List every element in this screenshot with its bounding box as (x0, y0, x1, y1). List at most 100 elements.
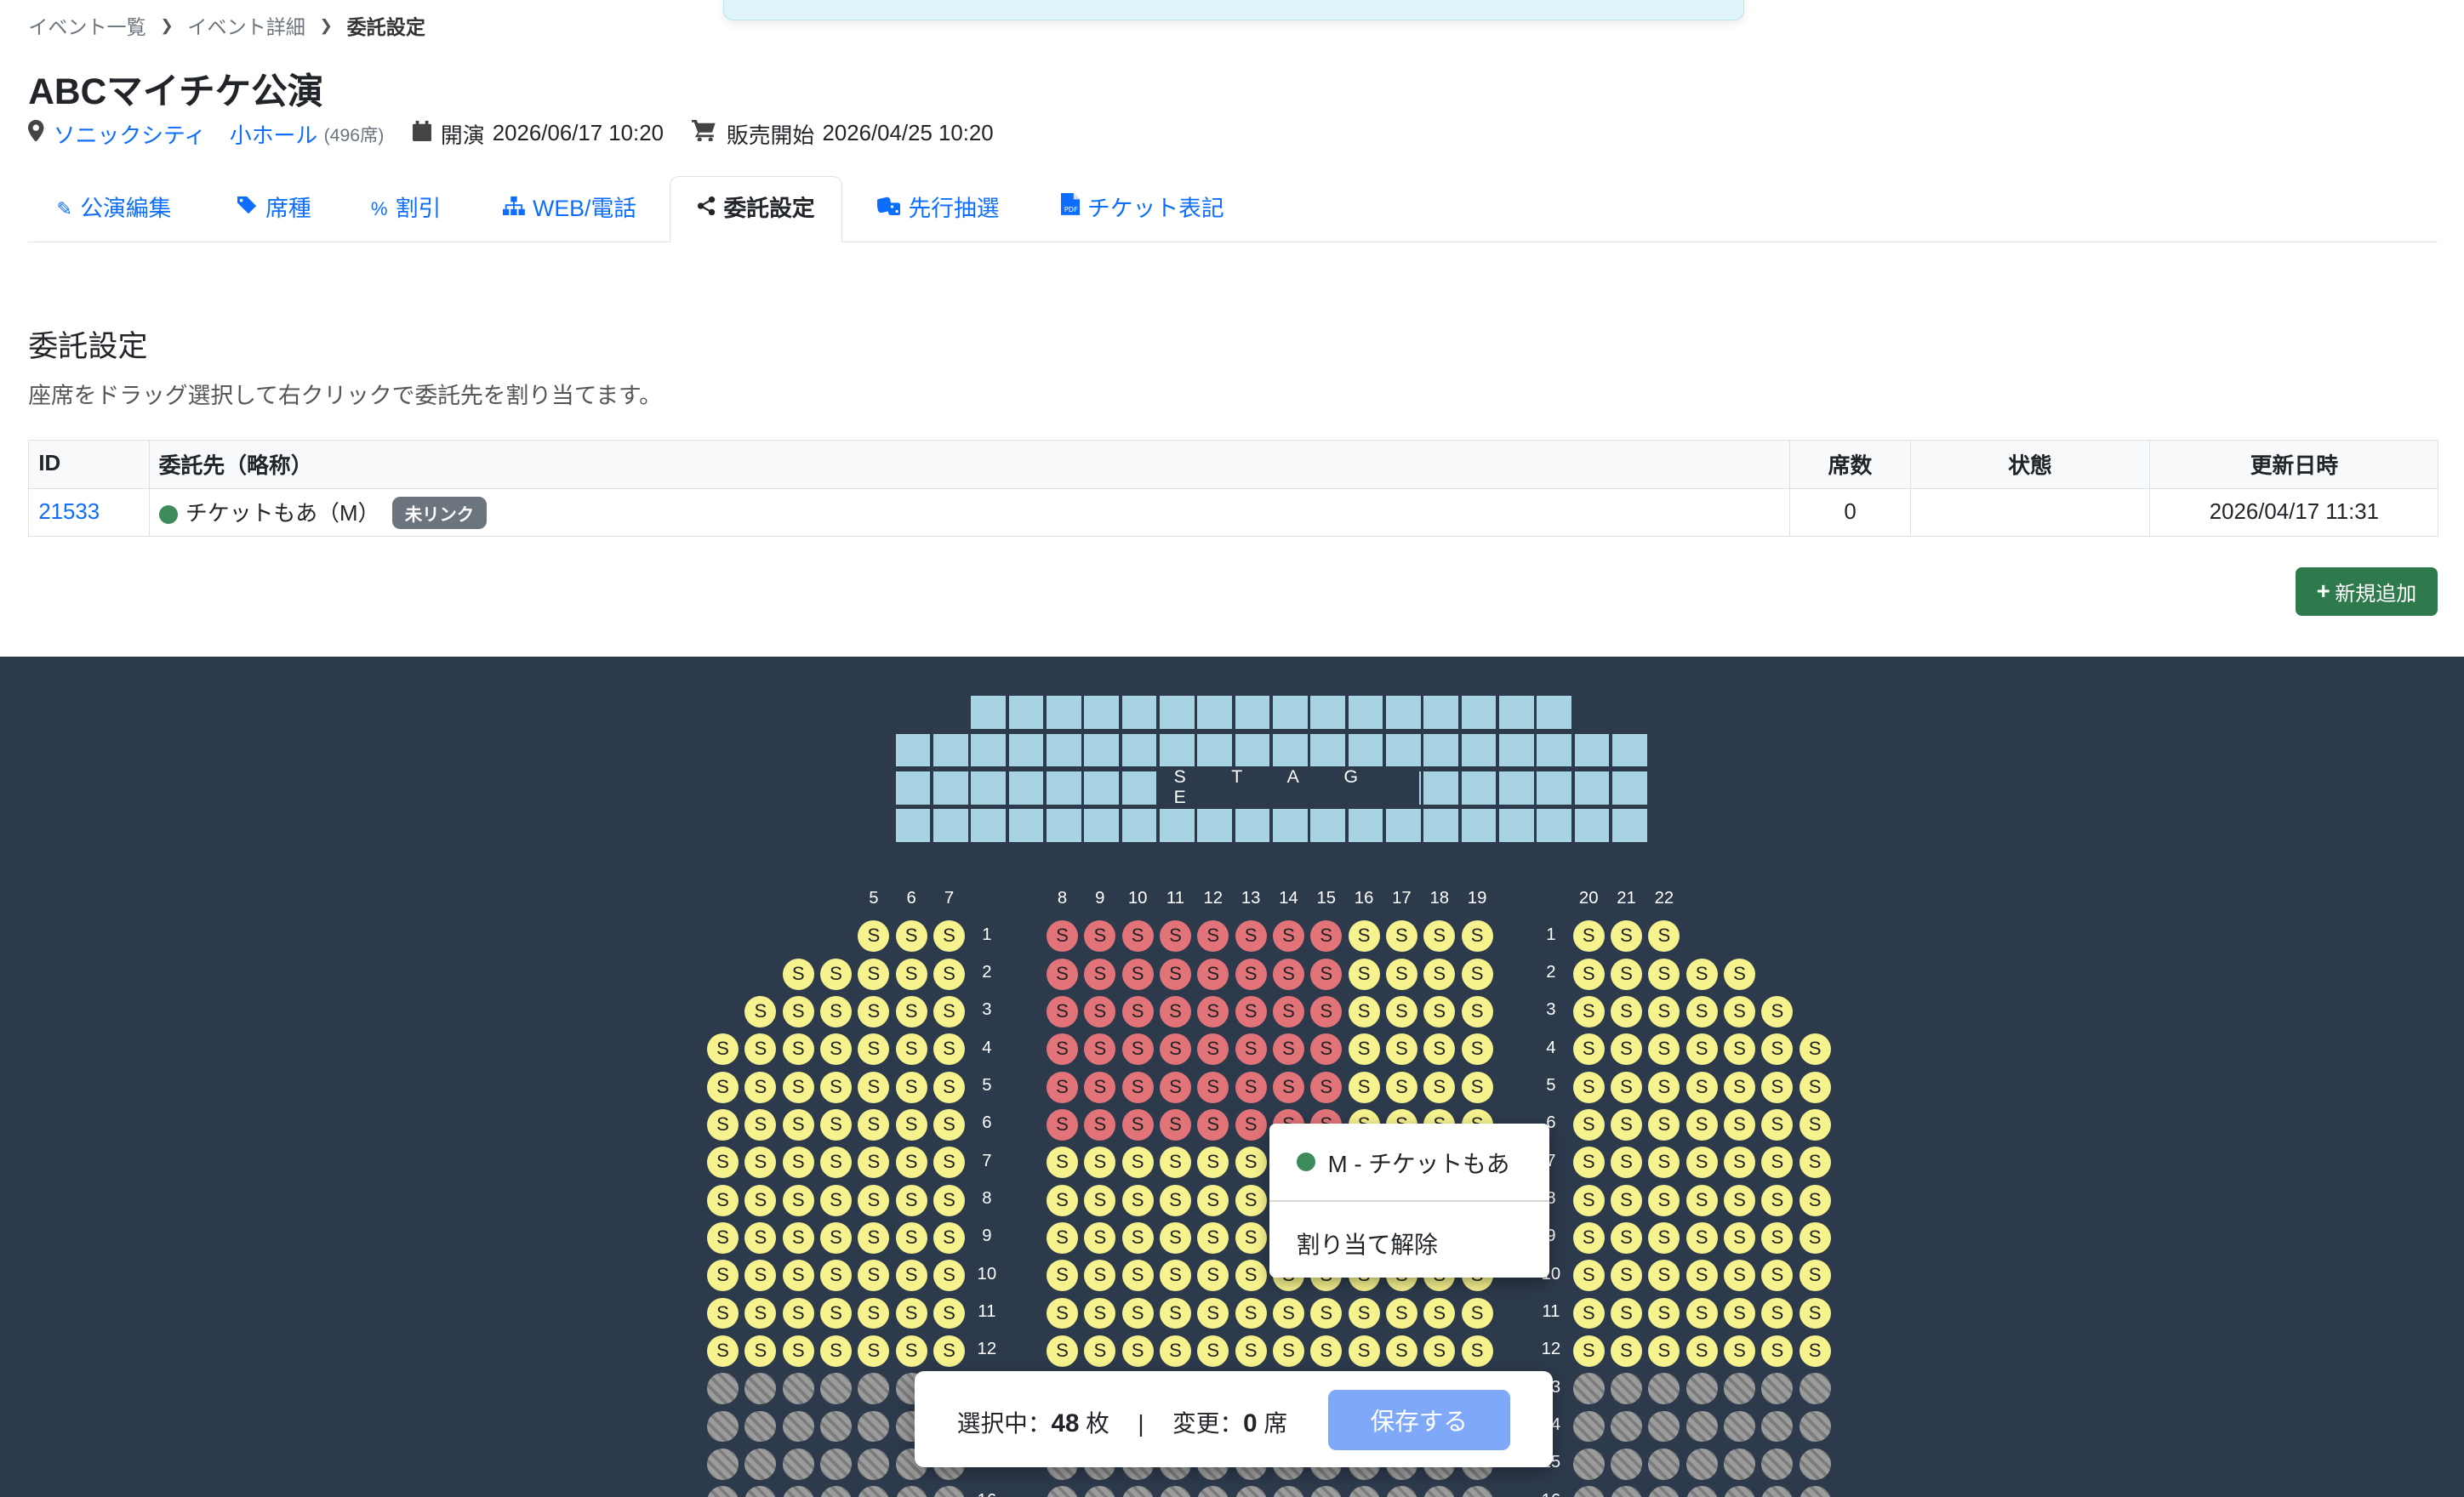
seat[interactable] (707, 1373, 739, 1405)
seat[interactable]: S (744, 995, 777, 1027)
seat[interactable]: S (782, 958, 814, 990)
seat[interactable]: S (1724, 1297, 1755, 1329)
seat[interactable] (707, 1448, 739, 1480)
seat[interactable]: S (858, 958, 890, 990)
seat[interactable] (1799, 1448, 1831, 1480)
seat[interactable]: S (1310, 958, 1343, 990)
seat[interactable]: S (1160, 995, 1191, 1027)
seat[interactable]: S (1611, 1297, 1642, 1329)
seat[interactable]: S (1235, 1335, 1267, 1367)
seat[interactable] (1572, 1410, 1605, 1443)
seat[interactable]: S (1761, 1335, 1794, 1367)
tab-discount[interactable]: % 割引 (371, 176, 441, 242)
breadcrumb-item-events[interactable]: イベント一覧 (28, 11, 145, 40)
seat[interactable]: S (1160, 1335, 1191, 1367)
seat[interactable]: S (1685, 1221, 1718, 1254)
seat[interactable] (820, 1373, 853, 1405)
seat[interactable]: S (1685, 958, 1718, 990)
seat[interactable]: S (1611, 1108, 1642, 1141)
seat[interactable] (782, 1410, 814, 1443)
seat[interactable]: S (858, 1221, 890, 1254)
seat[interactable]: S (1685, 1147, 1718, 1179)
seat[interactable]: S (744, 1335, 777, 1367)
seat[interactable]: S (1572, 1260, 1605, 1292)
seat[interactable]: S (820, 1033, 853, 1066)
seat[interactable]: S (895, 1071, 927, 1103)
seat[interactable]: S (1160, 958, 1191, 990)
seat[interactable]: S (1310, 1071, 1343, 1103)
seat[interactable]: S (782, 1297, 814, 1329)
seat[interactable]: S (933, 1033, 965, 1066)
seat[interactable]: S (1047, 1108, 1078, 1141)
seat[interactable]: S (1799, 1221, 1831, 1254)
seat[interactable]: S (1724, 1184, 1755, 1216)
seat[interactable]: S (1461, 995, 1493, 1027)
seat[interactable]: S (1423, 1335, 1456, 1367)
seat[interactable]: S (1197, 1184, 1229, 1216)
seat[interactable]: S (1572, 1147, 1605, 1179)
seat[interactable]: S (1799, 1297, 1831, 1329)
seat[interactable]: S (1084, 1335, 1116, 1367)
seat[interactable]: S (1084, 958, 1116, 990)
tab-pre-lottery[interactable]: 先行抽選 (876, 176, 1000, 242)
seat[interactable]: S (1235, 1184, 1267, 1216)
seat[interactable]: S (1235, 1108, 1267, 1141)
seat[interactable]: S (933, 995, 965, 1027)
seat[interactable]: S (707, 1033, 739, 1066)
seat[interactable]: S (1724, 1147, 1755, 1179)
seat[interactable]: S (1685, 1108, 1718, 1141)
seat[interactable]: S (895, 1297, 927, 1329)
seat[interactable] (1685, 1410, 1718, 1443)
seat[interactable]: S (1761, 1071, 1794, 1103)
seat[interactable]: S (1423, 1071, 1456, 1103)
seat[interactable]: S (1799, 1184, 1831, 1216)
seat[interactable]: S (1461, 1335, 1493, 1367)
seat[interactable]: S (1761, 995, 1794, 1027)
seat[interactable] (1761, 1448, 1794, 1480)
seat[interactable]: S (1348, 1033, 1380, 1066)
context-menu-unassign[interactable]: 割り当て解除 (1297, 1226, 1438, 1260)
seat[interactable]: S (1084, 1108, 1116, 1141)
seat[interactable]: S (1724, 958, 1755, 990)
seat[interactable]: S (707, 1297, 739, 1329)
table-row[interactable]: 21533 チケットもあ（M） 未リンク 0 2026/04/17 11:31 (28, 487, 2439, 537)
seat[interactable]: S (1121, 958, 1154, 990)
seat[interactable]: S (1235, 1221, 1267, 1254)
seat[interactable]: S (1572, 1033, 1605, 1066)
seat[interactable]: S (820, 958, 853, 990)
seat[interactable]: S (858, 1108, 890, 1141)
seat[interactable]: S (1272, 920, 1304, 953)
seat[interactable]: S (820, 1260, 853, 1292)
seat[interactable]: S (1611, 1147, 1642, 1179)
seat[interactable]: S (1160, 1184, 1191, 1216)
seat[interactable]: S (1572, 920, 1605, 953)
seat[interactable]: S (1084, 1071, 1116, 1103)
seat[interactable]: S (1461, 958, 1493, 990)
seat[interactable]: S (1724, 1335, 1755, 1367)
seat[interactable]: S (1611, 1335, 1642, 1367)
seat[interactable]: S (1197, 1335, 1229, 1367)
seat[interactable]: S (1272, 1071, 1304, 1103)
seat[interactable]: S (1047, 1184, 1078, 1216)
seat[interactable]: S (1611, 958, 1642, 990)
seat[interactable]: S (782, 1184, 814, 1216)
seat[interactable]: S (933, 1221, 965, 1254)
seat[interactable]: S (1121, 1033, 1154, 1066)
seat[interactable]: S (782, 1108, 814, 1141)
seat[interactable]: S (1611, 1260, 1642, 1292)
seat[interactable]: S (1611, 995, 1642, 1027)
seat[interactable]: S (1160, 1033, 1191, 1066)
seat[interactable]: S (1685, 1297, 1718, 1329)
seat[interactable]: S (1197, 1108, 1229, 1141)
seat[interactable]: S (782, 1147, 814, 1179)
seat[interactable]: S (1235, 1033, 1267, 1066)
seat[interactable]: S (1272, 1335, 1304, 1367)
seat[interactable]: S (895, 1033, 927, 1066)
seat[interactable] (1611, 1410, 1642, 1443)
seat[interactable] (1611, 1373, 1642, 1405)
seat[interactable]: S (933, 1108, 965, 1141)
seat[interactable]: S (1160, 1260, 1191, 1292)
seat[interactable]: S (1084, 995, 1116, 1027)
tab-seat-types[interactable]: 席種 (237, 176, 311, 242)
seat[interactable]: S (1385, 958, 1417, 990)
